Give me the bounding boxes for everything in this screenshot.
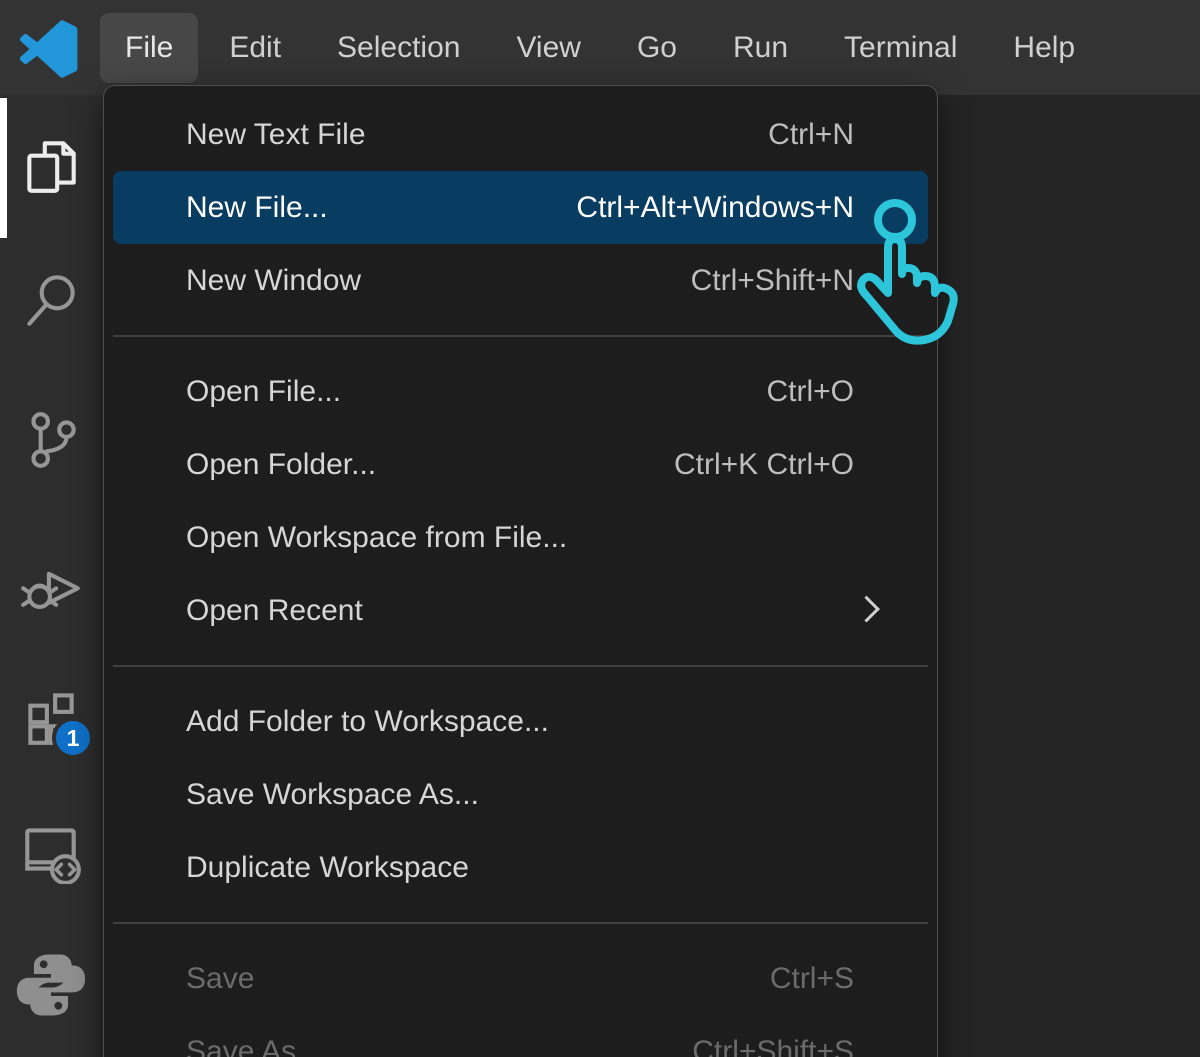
menubar-item[interactable]: Help bbox=[988, 13, 1100, 83]
file-menu-item[interactable]: Save Ctrl+S bbox=[113, 942, 928, 1015]
python-icon[interactable] bbox=[12, 946, 78, 1012]
explorer-icon[interactable] bbox=[18, 133, 84, 199]
menubar-item-label: Edit bbox=[229, 31, 281, 64]
menu-item-shortcut: Ctrl+S bbox=[770, 962, 854, 996]
menubar-item[interactable]: Terminal bbox=[819, 13, 982, 83]
menu-separator bbox=[113, 922, 928, 924]
menu-separator bbox=[113, 335, 928, 337]
menu-item-shortcut: Ctrl+Shift+S bbox=[692, 1035, 854, 1057]
menu-item-label: New Window bbox=[186, 264, 691, 298]
menu-item-shortcut: Ctrl+K Ctrl+O bbox=[674, 448, 854, 482]
menubar-item[interactable]: Go bbox=[612, 13, 702, 83]
menu-item-shortcut: Ctrl+O bbox=[766, 375, 854, 409]
menu-item-label: Save bbox=[186, 962, 770, 996]
menubar-item[interactable]: Run bbox=[708, 13, 813, 83]
active-view-indicator bbox=[0, 98, 7, 238]
file-menu-item[interactable]: New Window Ctrl+Shift+N bbox=[113, 244, 928, 317]
menu-item-label: Save As... bbox=[186, 1035, 692, 1057]
menu-item-label: Open Folder... bbox=[186, 448, 674, 482]
menu-item-shortcut: Ctrl+N bbox=[768, 118, 854, 152]
file-menu-item[interactable]: New Text File Ctrl+N bbox=[113, 98, 928, 171]
menubar-item-label: Selection bbox=[337, 31, 460, 64]
file-menu-item[interactable]: Add Folder to Workspace... bbox=[113, 685, 928, 758]
file-menu-item[interactable]: Open Workspace from File... bbox=[113, 501, 928, 574]
menubar-item[interactable]: Edit bbox=[204, 13, 306, 83]
menubar: File Edit Selection View Go Run Terminal… bbox=[100, 0, 1100, 95]
menubar-item[interactable]: Selection bbox=[312, 13, 485, 83]
file-menu-item[interactable]: New File... Ctrl+Alt+Windows+N bbox=[113, 171, 928, 244]
menubar-item-label: Go bbox=[637, 31, 677, 64]
titlebar: File Edit Selection View Go Run Terminal… bbox=[0, 0, 1200, 95]
menubar-item[interactable]: View bbox=[491, 13, 605, 83]
menubar-item[interactable]: File bbox=[100, 13, 198, 83]
menu-item-label: Duplicate Workspace bbox=[186, 851, 854, 885]
search-icon[interactable] bbox=[18, 267, 84, 333]
menu-item-shortcut: Ctrl+Shift+N bbox=[691, 264, 854, 298]
menu-separator bbox=[113, 665, 928, 667]
menubar-item-label: File bbox=[125, 31, 173, 64]
vscode-logo-icon bbox=[20, 20, 78, 78]
menubar-item-label: View bbox=[516, 31, 580, 64]
menu-item-label: Save Workspace As... bbox=[186, 778, 854, 812]
menu-item-label: Open Recent bbox=[186, 594, 854, 628]
file-menu-item[interactable]: Open Recent bbox=[113, 574, 928, 647]
file-menu-item[interactable]: Duplicate Workspace bbox=[113, 831, 928, 904]
file-menu-item[interactable]: Save As... Ctrl+Shift+S bbox=[113, 1015, 928, 1057]
activity-bar: 1 bbox=[0, 95, 103, 1057]
file-menu-item[interactable]: Open Folder... Ctrl+K Ctrl+O bbox=[113, 428, 928, 501]
extensions-icon[interactable]: 1 bbox=[18, 683, 84, 749]
menu-item-label: Add Folder to Workspace... bbox=[186, 705, 854, 739]
run-and-debug-icon[interactable] bbox=[18, 545, 84, 611]
menubar-item-label: Run bbox=[733, 31, 788, 64]
remote-explorer-icon[interactable] bbox=[18, 818, 84, 884]
menubar-item-label: Terminal bbox=[844, 31, 957, 64]
source-control-icon[interactable] bbox=[18, 407, 84, 473]
vscode-window: 1 F bbox=[0, 0, 1200, 1057]
menu-item-label: New Text File bbox=[186, 118, 768, 152]
menu-item-label: Open Workspace from File... bbox=[186, 521, 854, 555]
menubar-item-label: Help bbox=[1013, 31, 1075, 64]
menu-item-label: New File... bbox=[186, 191, 576, 225]
submenu-chevron-icon bbox=[853, 595, 880, 622]
extensions-badge: 1 bbox=[52, 717, 94, 759]
file-menu-item[interactable]: Save Workspace As... bbox=[113, 758, 928, 831]
menu-item-label: Open File... bbox=[186, 375, 766, 409]
file-menu-item[interactable]: Open File... Ctrl+O bbox=[113, 355, 928, 428]
file-menu: New Text File Ctrl+N New File... Ctrl+Al… bbox=[103, 85, 938, 1057]
menu-item-shortcut: Ctrl+Alt+Windows+N bbox=[576, 191, 854, 225]
